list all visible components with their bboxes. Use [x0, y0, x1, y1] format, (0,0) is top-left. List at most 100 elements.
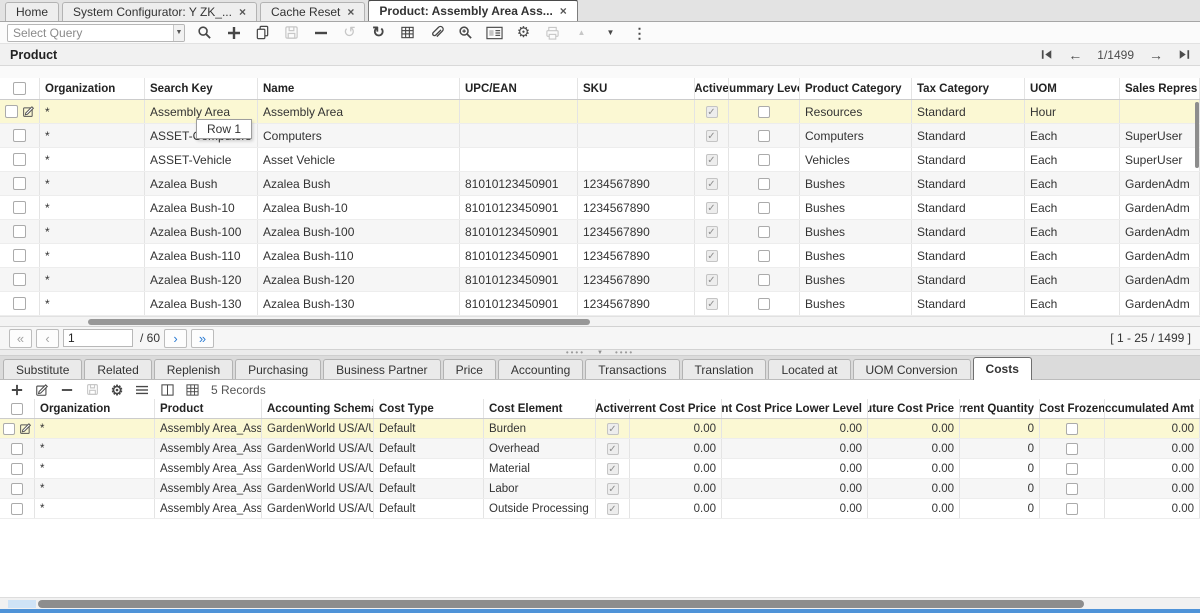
page-input[interactable]	[63, 329, 133, 347]
column-header[interactable]: SKU	[578, 78, 695, 99]
detail-tab[interactable]: Price	[443, 359, 496, 379]
close-icon[interactable]: ×	[347, 6, 354, 18]
column-header[interactable]: UOM	[1025, 78, 1120, 99]
table-row[interactable]: *Assembly Area_Asse...GardenWorld US/A/U…	[0, 479, 1200, 499]
column-header[interactable]: Active	[695, 78, 729, 99]
column-header[interactable]: Cost Element	[484, 399, 596, 418]
column-header[interactable]: Accounting Schema	[262, 399, 374, 418]
detail-list-view-icon[interactable]	[134, 382, 150, 398]
more-icon[interactable]: ⋮	[630, 23, 649, 42]
column-header[interactable]: UPC/EAN	[460, 78, 578, 99]
detail-tab[interactable]: Located at	[768, 359, 850, 379]
previous-page-button[interactable]: ‹	[36, 329, 59, 348]
active-checkbox[interactable]: ✓	[706, 106, 718, 118]
report-icon[interactable]	[485, 23, 504, 42]
detail-new-record-icon[interactable]	[9, 382, 25, 398]
combobox-dropdown-button[interactable]: ▼	[173, 25, 184, 41]
active-checkbox[interactable]: ✓	[607, 423, 619, 435]
active-checkbox[interactable]: ✓	[607, 483, 619, 495]
window-tab[interactable]: System Configurator: Y ZK_...×	[62, 2, 257, 21]
expand-icon[interactable]: ▼	[601, 23, 620, 42]
hscroll-thumb[interactable]	[88, 319, 590, 325]
grid-toggle-icon[interactable]	[398, 23, 417, 42]
first-page-button[interactable]: «	[9, 329, 32, 348]
flag-checkbox[interactable]	[758, 274, 770, 286]
flag-checkbox[interactable]	[758, 226, 770, 238]
save-icon[interactable]	[282, 23, 301, 42]
active-checkbox[interactable]: ✓	[706, 274, 718, 286]
table-row[interactable]: *ASSET-ComputersComputers✓ComputersStand…	[0, 124, 1200, 148]
detail-grid-view-icon[interactable]	[184, 382, 200, 398]
active-checkbox[interactable]: ✓	[607, 443, 619, 455]
flag-checkbox[interactable]	[758, 154, 770, 166]
table-row[interactable]: *Assembly Area_Asse...GardenWorld US/A/U…	[0, 419, 1200, 439]
column-header[interactable]: Cost Type	[374, 399, 484, 418]
next-record-icon[interactable]: →	[1149, 48, 1163, 62]
flag-checkbox[interactable]	[758, 178, 770, 190]
row-checkbox[interactable]	[13, 153, 26, 166]
detail-delete-icon[interactable]	[59, 382, 75, 398]
collapse-icon[interactable]: ▲	[572, 23, 591, 42]
table-row[interactable]: *Azalea Bush-120Azalea Bush-120810101234…	[0, 268, 1200, 292]
flag-checkbox[interactable]	[758, 202, 770, 214]
window-tab[interactable]: Cache Reset×	[260, 2, 365, 21]
active-checkbox[interactable]: ✓	[706, 202, 718, 214]
detail-tab[interactable]: UOM Conversion	[853, 359, 971, 379]
edit-row-icon[interactable]	[22, 105, 35, 118]
active-checkbox[interactable]: ✓	[706, 130, 718, 142]
search-icon[interactable]	[195, 23, 214, 42]
select-query-combobox[interactable]: ▼	[7, 24, 185, 42]
window-tab[interactable]: Product: Assembly Area Ass...×	[368, 0, 577, 21]
refresh-icon[interactable]: ↻	[369, 23, 388, 42]
active-checkbox[interactable]: ✓	[607, 463, 619, 475]
flag-checkbox[interactable]	[1066, 503, 1078, 515]
table-row[interactable]: *ASSET-VehicleAsset Vehicle✓VehiclesStan…	[0, 148, 1200, 172]
row-checkbox[interactable]	[5, 105, 18, 118]
active-checkbox[interactable]: ✓	[706, 250, 718, 262]
table-row[interactable]: *Assembly Area_Asse...GardenWorld US/A/U…	[0, 499, 1200, 519]
undo-icon[interactable]: ↺	[340, 23, 359, 42]
gear-icon[interactable]: ⚙	[514, 23, 533, 42]
row-checkbox[interactable]	[13, 129, 26, 142]
row-checkbox[interactable]	[3, 423, 15, 435]
column-header[interactable]: Cost Frozen	[1040, 399, 1105, 418]
row-checkbox[interactable]	[11, 503, 23, 515]
row-checkbox[interactable]	[13, 273, 26, 286]
row-checkbox[interactable]	[13, 297, 26, 310]
detail-tab[interactable]: Accounting	[498, 359, 583, 379]
column-header[interactable]: Sales Repres	[1120, 78, 1200, 99]
flag-checkbox[interactable]	[758, 298, 770, 310]
active-checkbox[interactable]: ✓	[706, 298, 718, 310]
print-icon[interactable]	[543, 23, 562, 42]
last-record-icon[interactable]	[1178, 49, 1190, 60]
column-header[interactable]: Search Key	[145, 78, 258, 99]
row-checkbox[interactable]	[11, 443, 23, 455]
select-all-checkbox[interactable]	[13, 82, 26, 95]
column-header[interactable]: Active	[596, 399, 630, 418]
detail-tab[interactable]: Related	[84, 359, 151, 379]
flag-checkbox[interactable]	[1066, 463, 1078, 475]
flag-checkbox[interactable]	[1066, 483, 1078, 495]
column-header[interactable]: Name	[258, 78, 460, 99]
delete-icon[interactable]	[311, 23, 330, 42]
table-row[interactable]: *Assembly Area_Asse...GardenWorld US/A/U…	[0, 439, 1200, 459]
row-checkbox[interactable]	[13, 201, 26, 214]
column-header[interactable]: Organization	[40, 78, 145, 99]
product-grid-hscrollbar[interactable]	[0, 316, 1200, 326]
flag-checkbox[interactable]	[1066, 423, 1078, 435]
detail-tab[interactable]: Transactions	[585, 359, 679, 379]
first-record-icon[interactable]	[1041, 49, 1053, 60]
column-header[interactable]: Current Cost Price Lower Level	[722, 399, 868, 418]
detail-tab[interactable]: Substitute	[3, 359, 82, 379]
column-header[interactable]: Current Quantity	[960, 399, 1040, 418]
detail-tab[interactable]: Costs	[973, 357, 1032, 380]
flag-checkbox[interactable]	[758, 130, 770, 142]
close-icon[interactable]: ×	[239, 6, 246, 18]
column-header[interactable]: Future Cost Price	[868, 399, 960, 418]
bottom-hscroll-thumb[interactable]	[38, 600, 1084, 608]
flag-checkbox[interactable]	[758, 250, 770, 262]
vscroll-thumb[interactable]	[1195, 102, 1199, 168]
flag-checkbox[interactable]	[1066, 443, 1078, 455]
detail-save-icon[interactable]	[84, 382, 100, 398]
table-row[interactable]: *Azalea Bush-110Azalea Bush-110810101234…	[0, 244, 1200, 268]
